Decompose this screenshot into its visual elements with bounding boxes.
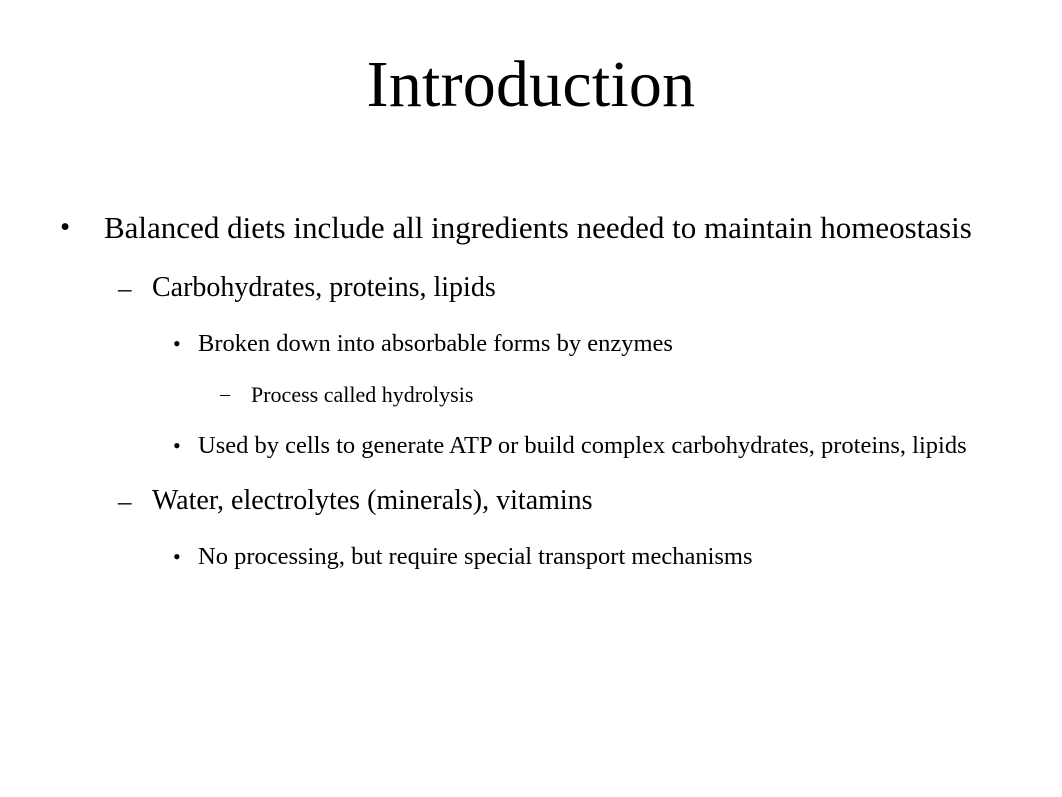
list-item: – Water, electrolytes (minerals), vitami… bbox=[0, 472, 1062, 530]
list-item-text: Process called hydrolysis bbox=[251, 382, 474, 407]
list-item: • No processing, but require special tra… bbox=[0, 530, 1062, 583]
bullet-marker-icon: • bbox=[173, 544, 181, 569]
list-item-text: Carbohydrates, proteins, lipids bbox=[152, 272, 496, 303]
bullet-marker-icon: • bbox=[173, 331, 181, 356]
dash-marker-icon: – bbox=[220, 383, 230, 405]
list-item-text: Used by cells to generate ATP or build c… bbox=[198, 432, 967, 459]
bullet-marker-icon: • bbox=[173, 433, 181, 458]
list-item: – Process called hydrolysis bbox=[0, 370, 1062, 419]
bullet-marker-icon: • bbox=[60, 211, 71, 243]
page-title: Introduction bbox=[366, 48, 696, 121]
list-item-text: Balanced diets include all ingredients n… bbox=[104, 210, 972, 245]
list-item-text: Broken down into absorbable forms by enz… bbox=[198, 330, 673, 357]
list-item-text: Water, electrolytes (minerals), vitamins bbox=[152, 485, 593, 516]
list-item: • Broken down into absorbable forms by e… bbox=[0, 317, 1062, 370]
list-item: – Carbohydrates, proteins, lipids bbox=[0, 259, 1062, 317]
dash-marker-icon: – bbox=[118, 273, 132, 303]
list-item: • Balanced diets include all ingredients… bbox=[0, 196, 1062, 259]
dash-marker-icon: – bbox=[118, 486, 132, 516]
list-item: • Used by cells to generate ATP or build… bbox=[0, 419, 1062, 472]
presentation-slide: Introduction • Balanced diets include al… bbox=[0, 0, 1062, 797]
slide-body-outline: • Balanced diets include all ingredients… bbox=[0, 196, 1062, 583]
list-item-text: No processing, but require special trans… bbox=[198, 543, 753, 570]
